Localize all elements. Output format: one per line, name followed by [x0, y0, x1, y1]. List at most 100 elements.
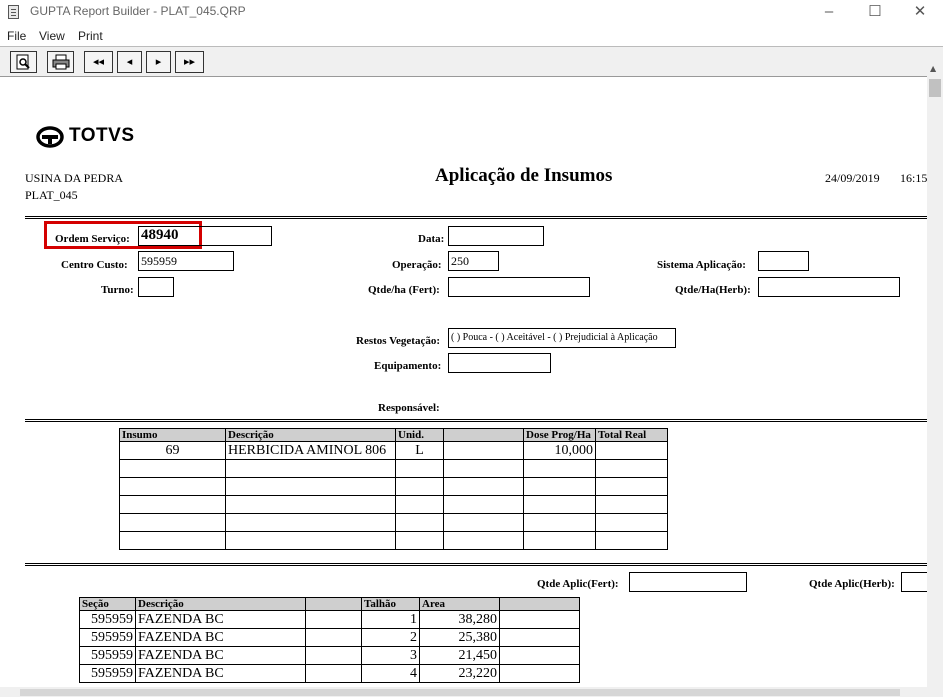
print-button[interactable]: [47, 51, 74, 73]
equipamento-field: [448, 353, 551, 373]
window-title: GUPTA Report Builder - PLAT_045.QRP: [30, 4, 246, 18]
restos-vegetacao-field: ( ) Pouca - ( ) Aceitável - ( ) Prejudic…: [448, 328, 676, 348]
qtde-fert-field: [448, 277, 590, 297]
scroll-up-icon[interactable]: ▲: [930, 64, 936, 73]
column-header: [499, 597, 580, 611]
table-cell: L: [395, 441, 444, 460]
centro-custo-field: 595959: [138, 251, 234, 271]
table-cell: FAZENDA BC: [135, 664, 306, 683]
menu-file[interactable]: File: [7, 29, 26, 43]
app-icon: [8, 5, 19, 19]
table-cell: [395, 477, 444, 496]
table-cell: [595, 441, 668, 460]
table-cell: [499, 610, 580, 629]
table-cell: [443, 441, 524, 460]
table-row: [119, 531, 668, 550]
table-cell: FAZENDA BC: [135, 646, 306, 665]
vertical-scrollbar[interactable]: ▲: [927, 61, 943, 687]
first-page-icon: ◂◂: [92, 55, 105, 68]
qtde-aplic-fert-label: Qtde Aplic(Fert):: [537, 578, 619, 590]
table-header-row: Seção Descrição Talhão Area: [79, 597, 580, 611]
column-header: Total Real: [595, 428, 668, 442]
preview-icon: [16, 54, 30, 70]
table-cell: [595, 531, 668, 550]
close-button[interactable]: ✕: [897, 0, 943, 25]
qtde-herb-label: Qtde/Ha(Herb):: [675, 284, 751, 296]
toolbar: ◂◂ ◂ ▸ ▸▸: [0, 46, 943, 77]
table-cell: [499, 646, 580, 665]
report-code: PLAT_045: [25, 188, 78, 202]
table-cell: 1: [361, 610, 420, 629]
table-cell: [523, 531, 596, 550]
table-cell: 595959: [79, 646, 136, 665]
table-cell: [225, 513, 396, 532]
previous-page-button[interactable]: ◂: [117, 51, 142, 73]
table-header-row: Insumo Descrição Unid. Dose Prog/Ha Total Re…: [119, 428, 668, 442]
table-cell: [443, 495, 524, 514]
table-cell: [523, 513, 596, 532]
column-header: Descrição: [225, 428, 396, 442]
ordem-servico-field: 48940: [138, 226, 272, 246]
table-cell: [225, 459, 396, 478]
menu-print[interactable]: Print: [78, 29, 103, 43]
sistema-aplicacao-label: Sistema Aplicação:: [657, 259, 746, 271]
table-row: [119, 513, 668, 532]
table-cell: [499, 664, 580, 683]
vertical-scroll-thumb[interactable]: [929, 79, 941, 97]
window-title-bar: GUPTA Report Builder - PLAT_045.QRP – ☐ …: [0, 0, 943, 25]
column-header: Descrição: [135, 597, 306, 611]
table-cell: [443, 459, 524, 478]
table-cell: [119, 513, 226, 532]
report-time: 16:15: [900, 171, 927, 185]
qtde-aplic-fert-field: [629, 572, 747, 592]
table-cell: [225, 495, 396, 514]
next-page-button[interactable]: ▸: [146, 51, 171, 73]
table-row: 69 HERBICIDA AMINOL 806 L 10,000: [119, 441, 668, 460]
table-cell: [595, 477, 668, 496]
column-header: Dose Prog/Ha: [523, 428, 596, 442]
table-cell: [395, 531, 444, 550]
table-cell: [305, 610, 362, 629]
horizontal-scrollbar[interactable]: [0, 687, 943, 697]
horizontal-scroll-thumb[interactable]: [20, 689, 900, 696]
previous-page-icon: ◂: [126, 55, 133, 68]
table-row: [119, 495, 668, 514]
table-cell: HERBICIDA AMINOL 806: [225, 441, 396, 460]
table-cell: [305, 664, 362, 683]
table-row: 595959 FAZENDA BC 1 38,280: [79, 610, 580, 629]
minimize-button[interactable]: –: [806, 0, 852, 25]
ordem-servico-label: Ordem Serviço:: [55, 233, 130, 245]
table-cell: 25,380: [419, 628, 500, 647]
first-page-button[interactable]: ◂◂: [84, 51, 113, 73]
menu-bar: File View Print: [0, 26, 943, 46]
qtde-fert-label: Qtde/ha (Fert):: [368, 284, 440, 296]
table-cell: [595, 513, 668, 532]
table-cell: [443, 477, 524, 496]
header-divider: [25, 216, 927, 219]
column-header: [443, 428, 524, 442]
table-cell: [523, 477, 596, 496]
responsavel-label: Responsável:: [378, 402, 440, 414]
table-cell: [225, 531, 396, 550]
table-cell: 2: [361, 628, 420, 647]
column-header: Area: [419, 597, 500, 611]
last-page-icon: ▸▸: [183, 55, 196, 68]
table-row: [119, 459, 668, 478]
operacao-label: Operação:: [392, 259, 442, 271]
next-page-icon: ▸: [155, 55, 162, 68]
maximize-button[interactable]: ☐: [852, 0, 898, 25]
last-page-button[interactable]: ▸▸: [175, 51, 204, 73]
table-cell: [595, 459, 668, 478]
table-cell: 3: [361, 646, 420, 665]
data-label: Data:: [418, 233, 445, 245]
column-header: [305, 597, 362, 611]
table-cell: [119, 477, 226, 496]
report-title: Aplicação de Insumos: [435, 165, 613, 186]
insumos-divider: [25, 563, 927, 566]
table-row: 595959 FAZENDA BC 3 21,450: [79, 646, 580, 665]
data-field: [448, 226, 544, 246]
table-cell: 595959: [79, 610, 136, 629]
table-cell: [119, 531, 226, 550]
menu-view[interactable]: View: [39, 29, 65, 43]
preview-button[interactable]: [10, 51, 37, 73]
